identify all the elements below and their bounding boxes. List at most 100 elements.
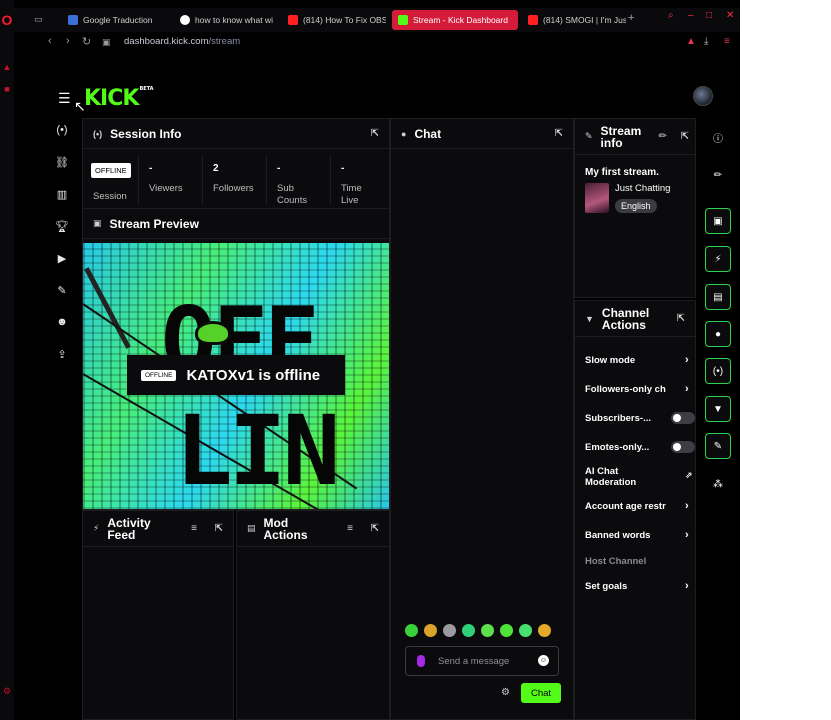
mod-actions-widget-icon[interactable]: ▤ xyxy=(705,284,731,310)
link-icon[interactable]: ⛓ xyxy=(52,156,72,169)
chat-icon: ● xyxy=(401,128,407,139)
avatar[interactable] xyxy=(693,86,713,106)
channel-action-set-goals[interactable]: Set goals › xyxy=(585,581,695,593)
emote-icon[interactable] xyxy=(462,624,475,637)
external-link-icon: ⇗ xyxy=(685,470,693,480)
edit-icon[interactable]: ✏ xyxy=(705,162,731,188)
info-icon[interactable]: ⓘ xyxy=(705,124,731,150)
stat-value: 2 xyxy=(213,163,219,174)
opera-sidebar: O ▲ ■ ⚙ xyxy=(0,0,14,720)
popout-icon[interactable]: ⇱ xyxy=(681,131,689,142)
channel-actions-widget-icon[interactable]: ▼ xyxy=(705,396,731,422)
kick-logo[interactable]: KICKBETA xyxy=(84,86,154,111)
sidebar-settings-icon[interactable]: ⚙ xyxy=(2,686,12,696)
emote-icon[interactable] xyxy=(443,624,456,637)
emote-icon[interactable] xyxy=(405,624,418,637)
emote-icon[interactable] xyxy=(424,624,437,637)
browser-tab[interactable]: how to know what wi xyxy=(174,10,278,30)
menu-icon[interactable]: ☰ xyxy=(58,90,71,107)
action-label: Banned words xyxy=(585,530,651,541)
panel-title: Stream info xyxy=(600,123,642,150)
tab-label: Google Traduction xyxy=(83,15,153,25)
stream-info-panel: ✎ Stream info ✏ ⇱ My first stream. Just … xyxy=(574,118,696,298)
action-label: Account age restr xyxy=(585,501,666,512)
popout-icon[interactable]: ⇱ xyxy=(371,128,379,139)
send-chat-button[interactable]: Chat xyxy=(521,683,561,703)
panel-title: Mod Actions xyxy=(263,515,308,542)
broadcast-widget-icon[interactable]: (•) xyxy=(705,358,731,384)
download-icon[interactable]: ⤓ xyxy=(704,36,708,47)
emote-icon[interactable] xyxy=(538,624,551,637)
preview-widget-icon[interactable]: ▣ xyxy=(705,208,731,234)
maximize-icon[interactable]: □ xyxy=(706,10,712,21)
forward-icon[interactable]: › xyxy=(66,35,70,47)
opera-logo-icon[interactable]: O xyxy=(0,12,14,28)
emote-icon[interactable] xyxy=(500,624,513,637)
channel-action-account-age[interactable]: Account age restr › xyxy=(585,500,695,513)
tab-overview-icon[interactable]: ▭ xyxy=(34,14,43,25)
activity-feed-panel: ⚡ Activity Feed ≡ ⇱ xyxy=(82,510,234,720)
channel-action-emotes-only: Emotes-only... xyxy=(585,441,695,453)
video-icon[interactable]: ▶ xyxy=(52,252,72,265)
popout-icon[interactable]: ⇱ xyxy=(555,128,563,139)
sidebar-app-icon[interactable]: ▲ xyxy=(2,62,12,72)
stream-broadcast-icon[interactable]: (•) xyxy=(52,124,72,136)
preview-icon: ▣ xyxy=(93,218,102,228)
community-icon[interactable]: ☻ xyxy=(52,316,72,328)
more-widgets-icon[interactable]: ⁂ xyxy=(705,471,731,497)
back-icon[interactable]: ‹ xyxy=(48,35,52,47)
lamp-shape xyxy=(195,321,231,345)
stat-value: - xyxy=(341,163,345,174)
channel-action-slow-mode[interactable]: Slow mode › xyxy=(585,355,695,367)
new-tab-button[interactable]: + xyxy=(628,12,634,24)
sidebar-app-icon[interactable]: ■ xyxy=(2,84,12,94)
upload-icon[interactable]: ⇪ xyxy=(52,348,72,361)
url-field[interactable]: dashboard.kick.com/stream xyxy=(124,36,240,47)
stream-info-widget-icon[interactable]: ✎ xyxy=(705,433,731,459)
browser-tab[interactable]: Google Traduction xyxy=(62,10,166,30)
chevron-right-icon: › xyxy=(685,500,689,512)
minimize-icon[interactable]: – xyxy=(688,10,694,21)
chat-settings-icon[interactable]: ⚙ xyxy=(501,687,510,698)
action-label: Emotes-only... xyxy=(585,442,650,453)
emotes-only-toggle[interactable] xyxy=(671,441,695,453)
activity-widget-icon[interactable]: ⚡ xyxy=(705,246,731,272)
chat-message-input[interactable] xyxy=(438,654,534,668)
subscribers-only-toggle[interactable] xyxy=(671,412,695,424)
browser-tab[interactable]: (814) How To Fix OBS xyxy=(282,10,386,30)
security-icon[interactable]: ▣ xyxy=(102,37,111,48)
action-label: Host Channel xyxy=(585,556,647,567)
chat-panel: ● Chat ⇱ ☺ ⚙ Chat xyxy=(390,118,574,720)
edit-icon[interactable]: ✏ xyxy=(659,131,667,142)
emote-icon[interactable] xyxy=(519,624,532,637)
reload-icon[interactable]: ↻ xyxy=(82,35,91,48)
channel-action-ai-moderation[interactable]: AI Chat Moderation ⇗ xyxy=(585,466,693,488)
popout-icon[interactable]: ⇱ xyxy=(677,313,685,324)
filter-icon[interactable]: ≡ xyxy=(191,523,197,534)
search-tabs-icon[interactable]: ⌕ xyxy=(668,10,674,21)
youtube-favicon-icon xyxy=(288,15,298,25)
emote-icon[interactable] xyxy=(481,624,494,637)
emoji-icon[interactable]: ☺ xyxy=(538,655,549,666)
action-label: AI Chat Moderation xyxy=(585,466,637,488)
channel-action-followers-only[interactable]: Followers-only ch › xyxy=(585,384,695,396)
microphone-icon[interactable] xyxy=(417,655,425,667)
stat-session: OFFLINE Session xyxy=(83,155,139,205)
analytics-icon[interactable]: ▥ xyxy=(52,188,72,201)
trophy-icon[interactable]: 🏆︎ xyxy=(52,220,72,233)
chat-message-box[interactable]: ☺ xyxy=(405,646,559,676)
easy-setup-icon[interactable]: ≡ xyxy=(724,36,730,47)
browser-tab[interactable]: (814) SMOGI | I'm Jus xyxy=(522,10,626,30)
channel-action-banned-words[interactable]: Banned words › xyxy=(585,530,695,542)
browser-tab-active[interactable]: Stream - Kick Dashboard xyxy=(392,10,518,30)
chat-widget-icon[interactable]: ● xyxy=(705,321,731,347)
popout-icon[interactable]: ⇱ xyxy=(215,523,223,534)
popout-icon[interactable]: ⇱ xyxy=(371,523,379,534)
stat-viewers: - Viewers xyxy=(139,155,203,205)
wallet-icon[interactable]: ▲ xyxy=(686,36,696,47)
wrench-icon[interactable]: ✎ xyxy=(52,284,72,297)
filter-icon[interactable]: ≡ xyxy=(347,523,353,534)
stream-category: Just Chatting xyxy=(615,183,671,194)
close-window-icon[interactable]: ✕ xyxy=(726,10,734,21)
stat-label: Viewers xyxy=(149,183,183,194)
